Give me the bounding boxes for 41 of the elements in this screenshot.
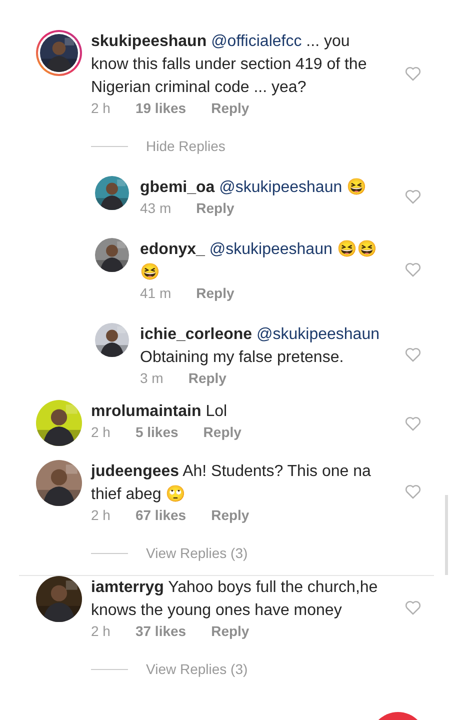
comment-text: gbemi_oa @skukipeeshaun 😆 [140,177,368,198]
comment-time: 2 h [91,424,110,440]
comment-time: 2 h [91,507,110,523]
comment-text: judeengees Ah! Students? This one na thief abeg 🙄 [91,462,372,505]
comment-time: 2 h [91,100,110,116]
mention-link[interactable]: @skukipeeshaun [256,326,380,343]
comment-time: 3 m [140,370,164,386]
replies-toggle[interactable]: Hide Replies [146,138,226,154]
reply-link[interactable]: Reply [211,623,250,639]
heart-icon[interactable] [405,347,421,362]
reply-link[interactable]: Reply [196,200,234,216]
comment-time: 41 m [140,285,172,301]
like-count[interactable]: 5 likes [135,424,178,440]
mention-link[interactable]: @skukipeeshaun [209,241,332,258]
heart-icon[interactable] [405,600,421,615]
reply-link[interactable]: Reply [203,424,242,440]
comment-text: edonyx_ @skukipeeshaun 😆😆 😆 [140,239,378,283]
replies-toggle[interactable]: View Replies (3) [146,661,248,677]
reply-link[interactable]: Reply [188,370,226,386]
reply-link[interactable]: Reply [211,100,250,116]
replies-toggle[interactable]: View Replies (3) [146,545,248,561]
heart-icon[interactable] [405,416,421,430]
reply-link[interactable]: Reply [211,507,250,523]
like-count[interactable]: 19 likes [135,100,186,116]
heart-icon[interactable] [405,262,421,277]
heart-icon[interactable] [405,66,421,80]
mention-link[interactable]: @officialefcc [211,33,302,50]
scrollbar[interactable] [445,495,448,575]
comment-text: iamterryg Yahoo boys full the church,he knows the young ones have money [91,578,379,621]
comment-text: skukipeeshaun @officialefcc ... you know this falls under section 419 of the Nigerian criminal code ... yea? [91,32,368,98]
reply-link[interactable]: Reply [196,285,234,301]
comment-text: ichie_corleone @skukipeeshaun Obtaining my false pretense. [140,325,380,368]
comment-text: mrolumaintain Lol [91,402,228,422]
comment-time: 43 m [140,200,172,216]
heart-icon[interactable] [405,484,421,499]
story-ring[interactable] [36,30,82,76]
like-count[interactable]: 37 likes [135,623,186,639]
mention-link[interactable]: @skukipeeshaun [219,179,342,196]
heart-icon[interactable] [405,188,421,204]
comment-time: 2 h [91,623,110,639]
like-count[interactable]: 67 likes [135,507,186,523]
